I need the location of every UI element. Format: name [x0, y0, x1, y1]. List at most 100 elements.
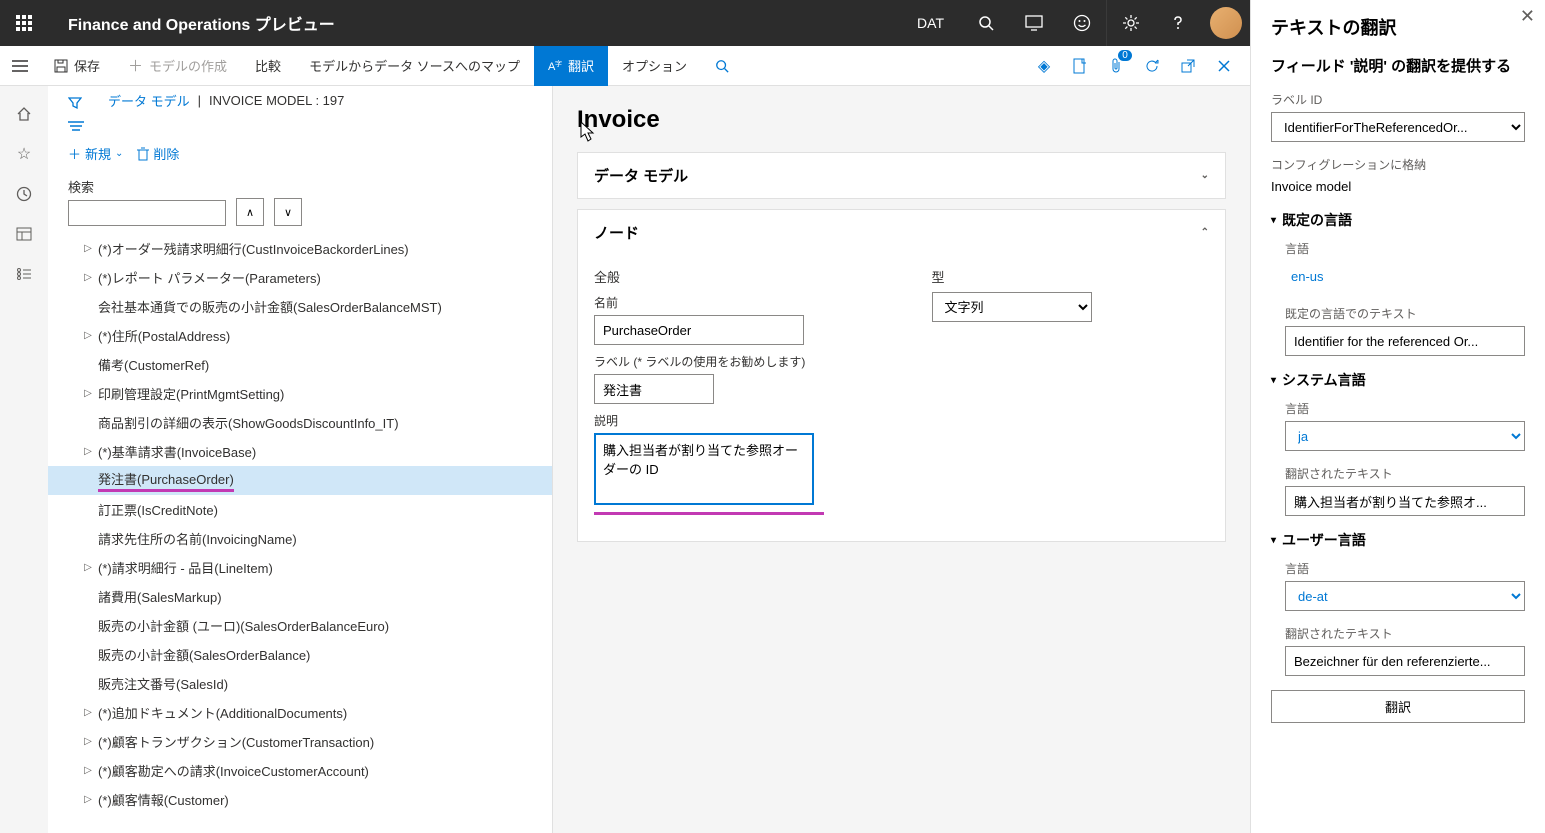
- highlight-underline: [594, 512, 824, 515]
- default-text-input[interactable]: [1285, 326, 1525, 356]
- refresh-icon[interactable]: [1136, 50, 1168, 82]
- search-action-icon[interactable]: [701, 46, 743, 86]
- expander-icon[interactable]: ▷: [78, 562, 98, 573]
- map-model-label: モデルからデータ ソースへのマップ: [309, 56, 520, 75]
- search-input[interactable]: [68, 200, 226, 226]
- home-icon[interactable]: [8, 98, 40, 130]
- system-lang-select[interactable]: ja: [1285, 421, 1525, 451]
- tree-item-label: 印刷管理設定(PrintMgmtSetting): [98, 384, 284, 403]
- compare-button[interactable]: 比較: [241, 46, 295, 86]
- close-panel-icon[interactable]: ✕: [1520, 6, 1535, 27]
- data-model-card-header[interactable]: データ モデル ⌄: [578, 153, 1225, 198]
- tree-item[interactable]: 発注書(PurchaseOrder): [48, 466, 552, 495]
- tree-item[interactable]: ▷(*)顧客勘定への請求(InvoiceCustomerAccount): [48, 756, 552, 785]
- list-icon[interactable]: [68, 119, 84, 135]
- system-translated-input[interactable]: [1285, 486, 1525, 516]
- expander-icon[interactable]: ▷: [78, 736, 98, 747]
- attachment-badge: 0: [1118, 50, 1132, 61]
- translate-action-button[interactable]: 翻訳: [1271, 690, 1525, 723]
- attachment-icon[interactable]: 0: [1100, 50, 1132, 82]
- type-select[interactable]: 文字列: [932, 292, 1092, 322]
- label-id-select[interactable]: IdentifierForTheReferencedOr...: [1271, 112, 1525, 142]
- options-button[interactable]: オプション: [608, 46, 701, 86]
- tree-item[interactable]: ▷印刷管理設定(PrintMgmtSetting): [48, 379, 552, 408]
- company-code[interactable]: DAT: [899, 15, 962, 31]
- app-header: Finance and Operations プレビュー DAT: [0, 0, 1250, 46]
- breadcrumb-link[interactable]: データ モデル: [108, 91, 190, 110]
- tree-item[interactable]: ▷(*)顧客情報(Customer): [48, 785, 552, 814]
- tree-item[interactable]: ▷(*)顧客トランザクション(CustomerTransaction): [48, 727, 552, 756]
- recent-icon[interactable]: [8, 178, 40, 210]
- menu-toggle-icon[interactable]: [0, 59, 40, 73]
- filter-icon[interactable]: [68, 96, 82, 113]
- expander-icon[interactable]: ▷: [78, 243, 98, 254]
- type-field-label: 型: [932, 267, 1210, 286]
- tree-item[interactable]: ▷(*)レポート パラメーター(Parameters): [48, 263, 552, 292]
- help-icon[interactable]: [1154, 0, 1202, 46]
- tree-item-label: 備考(CustomerRef): [98, 355, 209, 374]
- create-model-button[interactable]: ＋ モデルの作成: [114, 46, 241, 86]
- node-card-title: ノード: [594, 222, 639, 243]
- expander-icon[interactable]: ▷: [78, 765, 98, 776]
- translate-label: 翻訳: [568, 56, 594, 75]
- tree-item[interactable]: 販売の小計金額(SalesOrderBalance): [48, 640, 552, 669]
- expander-icon[interactable]: ▷: [78, 446, 98, 457]
- translate-button[interactable]: A字 翻訳: [534, 46, 608, 86]
- svg-text:字: 字: [555, 59, 562, 68]
- expander-icon[interactable]: ▷: [78, 272, 98, 283]
- tree-item[interactable]: 訂正票(IsCreditNote): [48, 495, 552, 524]
- tree-item[interactable]: 販売の小計金額 (ユーロ)(SalesOrderBalanceEuro): [48, 611, 552, 640]
- user-lang-select[interactable]: de-at: [1285, 581, 1525, 611]
- expander-icon[interactable]: ▷: [78, 388, 98, 399]
- favorite-icon[interactable]: ☆: [8, 138, 40, 170]
- chevron-up-icon: ⌃: [1201, 227, 1209, 238]
- user-lang-section[interactable]: ▾ ユーザー言語: [1271, 530, 1525, 550]
- search-down-button[interactable]: ∨: [274, 198, 302, 226]
- search-up-button[interactable]: ∧: [236, 198, 264, 226]
- options-label: オプション: [622, 56, 687, 75]
- close-action-icon[interactable]: [1208, 50, 1240, 82]
- tree-item-label: (*)顧客勘定への請求(InvoiceCustomerAccount): [98, 761, 369, 780]
- search-icon[interactable]: [962, 0, 1010, 46]
- expander-icon[interactable]: ▷: [78, 330, 98, 341]
- desc-textarea[interactable]: [594, 433, 814, 505]
- tree-item-label: (*)追加ドキュメント(AdditionalDocuments): [98, 703, 347, 722]
- popout-icon[interactable]: [1172, 50, 1204, 82]
- data-model-card-title: データ モデル: [594, 165, 688, 186]
- modules-icon[interactable]: [8, 258, 40, 290]
- default-lang-section[interactable]: ▾ 既定の言語: [1271, 210, 1525, 230]
- new-button[interactable]: ＋ 新規 ⌄: [68, 144, 123, 163]
- name-input[interactable]: [594, 315, 804, 345]
- monitor-icon[interactable]: [1010, 0, 1058, 46]
- connector-icon[interactable]: ◈: [1028, 50, 1060, 82]
- tree-item[interactable]: ▷(*)オーダー残請求明細行(CustInvoiceBackorderLines…: [48, 234, 552, 263]
- node-card-header[interactable]: ノード ⌃: [578, 210, 1225, 255]
- system-lang-section[interactable]: ▾ システム言語: [1271, 370, 1525, 390]
- tree-item-label: (*)請求明細行 - 品目(LineItem): [98, 558, 273, 577]
- config-value: Invoice model: [1271, 177, 1525, 196]
- settings-icon[interactable]: [1106, 0, 1154, 46]
- tree-item[interactable]: 備考(CustomerRef): [48, 350, 552, 379]
- tree-item[interactable]: ▷(*)請求明細行 - 品目(LineItem): [48, 553, 552, 582]
- app-launcher-icon[interactable]: [0, 0, 48, 46]
- workspace-icon[interactable]: [8, 218, 40, 250]
- tree-item[interactable]: ▷(*)基準請求書(InvoiceBase): [48, 437, 552, 466]
- smiley-icon[interactable]: [1058, 0, 1106, 46]
- default-lang-value[interactable]: [1285, 261, 1445, 291]
- document-icon[interactable]: [1064, 50, 1096, 82]
- tree-item[interactable]: 諸費用(SalesMarkup): [48, 582, 552, 611]
- save-button[interactable]: 保存: [40, 46, 114, 86]
- tree-item[interactable]: ▷(*)住所(PostalAddress): [48, 321, 552, 350]
- tree-item[interactable]: 会社基本通貨での販売の小計金額(SalesOrderBalanceMST): [48, 292, 552, 321]
- expander-icon[interactable]: ▷: [78, 707, 98, 718]
- tree-item[interactable]: 商品割引の詳細の表示(ShowGoodsDiscountInfo_IT): [48, 408, 552, 437]
- label-input[interactable]: [594, 374, 714, 404]
- tree-item[interactable]: 販売注文番号(SalesId): [48, 669, 552, 698]
- delete-button[interactable]: 削除: [137, 144, 179, 163]
- expander-icon[interactable]: ▷: [78, 794, 98, 805]
- tree-item[interactable]: ▷(*)追加ドキュメント(AdditionalDocuments): [48, 698, 552, 727]
- tree-item[interactable]: 請求先住所の名前(InvoicingName): [48, 524, 552, 553]
- map-model-button[interactable]: モデルからデータ ソースへのマップ: [295, 46, 534, 86]
- user-avatar[interactable]: [1202, 0, 1250, 46]
- user-translated-input[interactable]: [1285, 646, 1525, 676]
